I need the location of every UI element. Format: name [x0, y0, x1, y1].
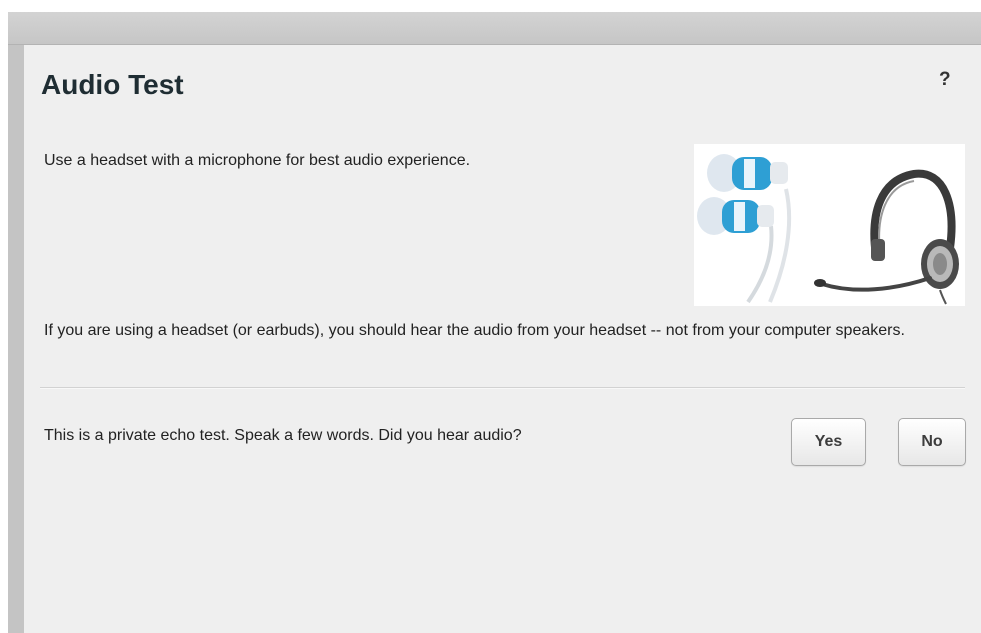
audio-test-panel: Audio Test ? Use a headset with a microp… — [24, 45, 981, 633]
intro-text: Use a headset with a microphone for best… — [44, 152, 471, 169]
no-button[interactable]: No — [898, 418, 966, 466]
dialog-title-bar — [8, 12, 981, 45]
earbuds-icon — [697, 154, 792, 304]
echo-test-prompt: This is a private echo test. Speak a few… — [44, 427, 522, 444]
headset-icon — [814, 169, 959, 305]
dialog-frame: Audio Test ? Use a headset with a microp… — [8, 12, 981, 633]
section-divider — [40, 387, 965, 389]
page-title: Audio Test — [41, 69, 184, 100]
headset-info-text: If you are using a headset (or earbuds),… — [44, 322, 905, 339]
help-icon[interactable]: ? — [939, 69, 951, 91]
headset-illustration — [694, 144, 965, 306]
yes-button[interactable]: Yes — [791, 418, 866, 466]
